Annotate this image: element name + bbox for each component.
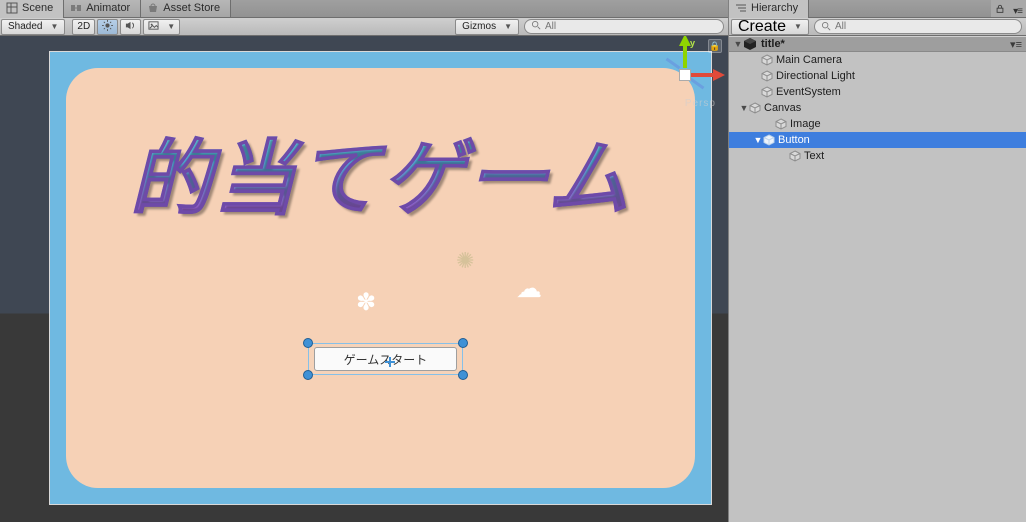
tab-scene[interactable]: Scene [0,0,64,17]
axis-x-icon[interactable] [691,73,715,77]
node-event-system[interactable]: EventSystem [729,84,1026,100]
node-label: Image [790,118,821,130]
shading-mode-label: Shaded [8,21,42,32]
node-button[interactable]: ▼ Button [729,132,1026,148]
tab-asset-store-label: Asset Store [163,0,220,17]
gameobject-icon [775,118,787,130]
unity-logo-icon [743,37,757,51]
hierarchy-tabs: Hierarchy ▾≡ [729,0,1026,18]
search-icon [531,20,541,33]
axis-y-label: y [690,38,695,48]
tab-animator-label: Animator [86,0,130,17]
resize-handle-br[interactable] [458,370,468,380]
toggle-lighting[interactable] [97,19,118,35]
toggle-effects[interactable]: ▼ [143,19,180,35]
node-label: Main Camera [776,54,842,66]
node-directional-light[interactable]: Directional Light [729,68,1026,84]
scene-search[interactable] [524,19,724,34]
fan-decoration-icon: ✽ [356,288,376,317]
foldout-arrow-icon[interactable]: ▼ [739,103,749,113]
foldout-arrow-icon[interactable]: ▼ [753,135,763,145]
hierarchy-create-dropdown[interactable]: Create ▼ [731,19,809,35]
search-icon [821,18,831,36]
node-label: Text [804,150,824,162]
resize-handle-bl[interactable] [303,370,313,380]
resize-handle-tl[interactable] [303,338,313,348]
game-title-text[interactable]: 的当てゲーム [66,112,695,231]
asset-store-icon [147,2,159,14]
image-icon [148,20,159,34]
tab-animator[interactable]: Animator [64,0,141,17]
scene-toolbar: Shaded ▼ 2D ▼ [0,18,728,36]
cloud-decoration-icon: ☁ [516,273,542,304]
projection-label[interactable]: Persp [685,98,716,109]
gizmos-dropdown[interactable]: Gizmos ▼ [455,19,519,35]
orientation-gizmo[interactable]: y Persp [652,42,718,108]
hierarchy-toolbar: Create ▼ [729,18,1026,36]
node-label: EventSystem [776,86,841,98]
gameobject-icon [761,70,773,82]
gameobject-icon [761,54,773,66]
axis-z-back-icon[interactable] [666,58,681,70]
hierarchy-tree[interactable]: ▼ title* ▾≡ Main Camera Directional Ligh… [729,36,1026,522]
panel-options-dropdown[interactable]: ▾≡ [1009,6,1026,17]
axis-z-front-icon[interactable] [690,78,705,90]
gameobject-icon [789,150,801,162]
hierarchy-icon [735,2,747,14]
node-image[interactable]: Image [729,116,1026,132]
node-label: Button [778,134,810,146]
shading-mode-dropdown[interactable]: Shaded ▼ [1,19,65,35]
gizmos-label: Gizmos [462,21,496,32]
axis-center-icon[interactable] [679,69,691,81]
hierarchy-create-label: Create [738,18,786,36]
node-label: Directional Light [776,70,855,82]
hierarchy-search[interactable] [814,19,1022,34]
tab-hierarchy[interactable]: Hierarchy [729,0,809,17]
scene-options-dropdown[interactable]: ▾≡ [1010,38,1022,51]
animator-icon [70,2,82,14]
scene-icon [6,2,18,14]
tab-hierarchy-label: Hierarchy [751,0,798,17]
node-canvas[interactable]: ▼ Canvas [729,100,1026,116]
tab-scene-label: Scene [22,0,53,17]
panel-lock-toggle[interactable] [991,4,1009,17]
node-text[interactable]: Text [729,148,1026,164]
chevron-down-icon: ▼ [504,22,512,31]
toggle-2d[interactable]: 2D [72,19,95,35]
scene-viewport[interactable]: 的当てゲーム ✺ ☁ ✽ ゲームスタート [0,36,728,522]
scene-search-input[interactable] [545,20,717,33]
tab-asset-store[interactable]: Asset Store [141,0,231,17]
toggle-audio[interactable] [120,19,141,35]
gameobject-icon [749,102,761,114]
audio-icon [125,20,136,34]
chevron-down-icon: ▼ [794,22,802,31]
node-label: Canvas [764,102,801,114]
canvas-background-image[interactable]: 的当てゲーム ✺ ☁ ✽ ゲームスタート [66,68,695,488]
canvas-frame[interactable]: 的当てゲーム ✺ ☁ ✽ ゲームスタート [49,51,712,505]
gameobject-icon [763,134,775,146]
node-main-camera[interactable]: Main Camera [729,52,1026,68]
chevron-down-icon: ▼ [167,22,175,31]
anchor-indicator-icon[interactable] [385,357,395,367]
toggle-2d-label: 2D [77,21,90,32]
hierarchy-search-input[interactable] [835,20,1015,33]
foldout-arrow-icon[interactable]: ▼ [733,39,743,49]
scene-name: title* [761,38,785,50]
chevron-down-icon: ▼ [50,22,58,31]
scene-row[interactable]: ▼ title* ▾≡ [729,36,1026,52]
resize-handle-tr[interactable] [458,338,468,348]
sun-icon [102,20,113,34]
gameobject-icon [761,86,773,98]
scene-view-tabs: Scene Animator Asset Store [0,0,728,18]
gear-decoration-icon: ✺ [456,248,474,274]
